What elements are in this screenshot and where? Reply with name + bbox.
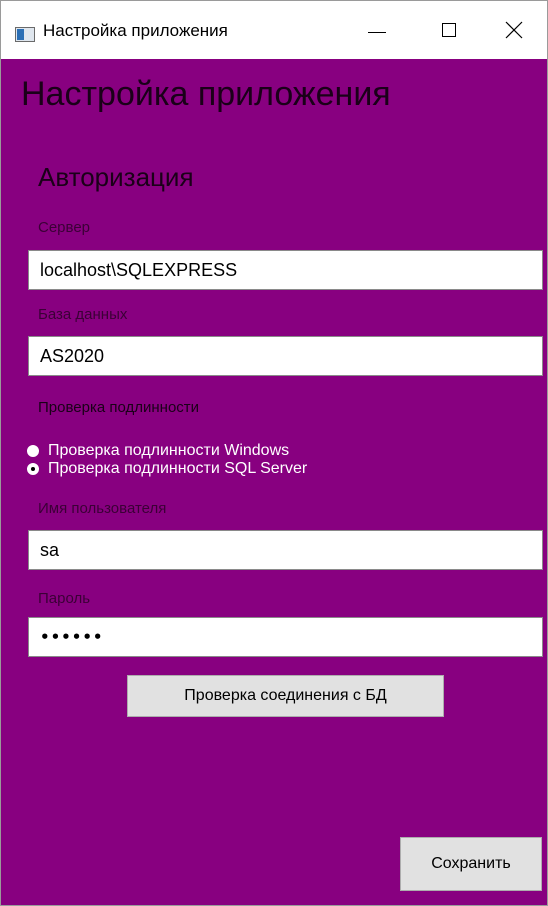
app-window-icon <box>15 27 35 42</box>
settings-panel: Настройка приложения Авторизация Сервер … <box>1 59 547 905</box>
title-bar[interactable]: Настройка приложения <box>1 1 547 59</box>
radio-windows-auth[interactable] <box>27 445 39 457</box>
server-input[interactable] <box>28 250 543 290</box>
section-title-auth: Авторизация <box>38 162 194 192</box>
username-label: Имя пользователя <box>38 500 167 517</box>
database-label: База данных <box>38 306 128 323</box>
window-title: Настройка приложения <box>43 21 228 40</box>
auth-option-sql[interactable]: Проверка подлинности SQL Server <box>27 459 307 479</box>
auth-option-windows[interactable]: Проверка подлинности Windows <box>27 441 289 461</box>
auth-label: Проверка подлинности <box>38 399 200 416</box>
maximize-icon <box>442 23 456 37</box>
radio-windows-auth-label: Проверка подлинности Windows <box>48 442 290 459</box>
settings-window: Настройка приложения Настройка приложени… <box>0 0 548 906</box>
password-label: Пароль <box>38 590 91 607</box>
close-button[interactable] <box>481 1 547 59</box>
close-icon <box>505 21 523 39</box>
radio-sql-auth-label: Проверка подлинности SQL Server <box>48 460 308 477</box>
minimize-icon <box>368 31 386 33</box>
username-input[interactable] <box>28 530 543 570</box>
test-connection-button[interactable]: Проверка соединения с БД <box>127 675 444 717</box>
minimize-button[interactable] <box>344 1 410 59</box>
database-input[interactable] <box>28 336 543 376</box>
password-input[interactable] <box>28 617 543 657</box>
radio-sql-auth[interactable] <box>27 463 39 475</box>
page-title: Настройка приложения <box>21 75 391 113</box>
maximize-button[interactable] <box>416 1 482 59</box>
server-label: Сервер <box>38 219 91 236</box>
save-button[interactable]: Сохранить <box>400 837 542 891</box>
